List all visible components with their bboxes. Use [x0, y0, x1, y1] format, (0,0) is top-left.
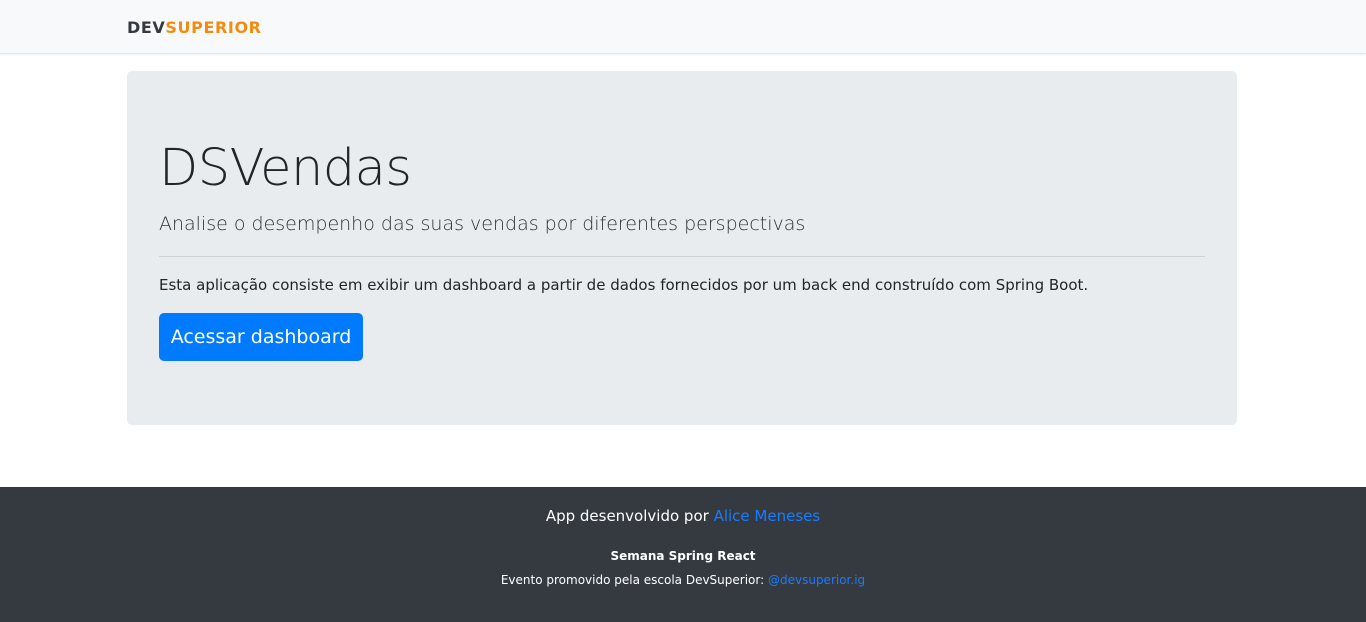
- instagram-link[interactable]: @devsuperior.ig: [768, 573, 865, 587]
- event-line: Evento promovido pela escola DevSuperior…: [0, 573, 1366, 587]
- credit-prefix: App desenvolvido por: [545, 507, 709, 525]
- top-navbar: DEV SUPERIOR: [0, 0, 1366, 54]
- hero-jumbotron: DSVendas Analise o desempenho das suas v…: [127, 71, 1237, 425]
- event-prefix: Evento promovido pela escola DevSuperior…: [500, 573, 765, 587]
- logo-superior-text: SUPERIOR: [165, 18, 262, 37]
- devsuperior-logo[interactable]: DEV SUPERIOR: [127, 18, 262, 37]
- footer-credit: App desenvolvido por Alice Meneses: [0, 507, 1366, 525]
- hero-divider: [159, 256, 1205, 257]
- access-dashboard-button[interactable]: Acessar dashboard: [159, 313, 363, 361]
- event-title: Semana Spring React: [610, 549, 756, 563]
- page-footer: App desenvolvido por Alice Meneses Seman…: [0, 487, 1366, 622]
- author-link[interactable]: Alice Meneses: [714, 507, 821, 525]
- logo-dev-text: DEV: [127, 18, 166, 37]
- hero-description: Esta aplicação consiste em exibir um das…: [159, 276, 1089, 294]
- hero-lead: Analise o desempenho das suas vendas por…: [159, 213, 806, 235]
- page-title: DSVendas: [159, 139, 412, 198]
